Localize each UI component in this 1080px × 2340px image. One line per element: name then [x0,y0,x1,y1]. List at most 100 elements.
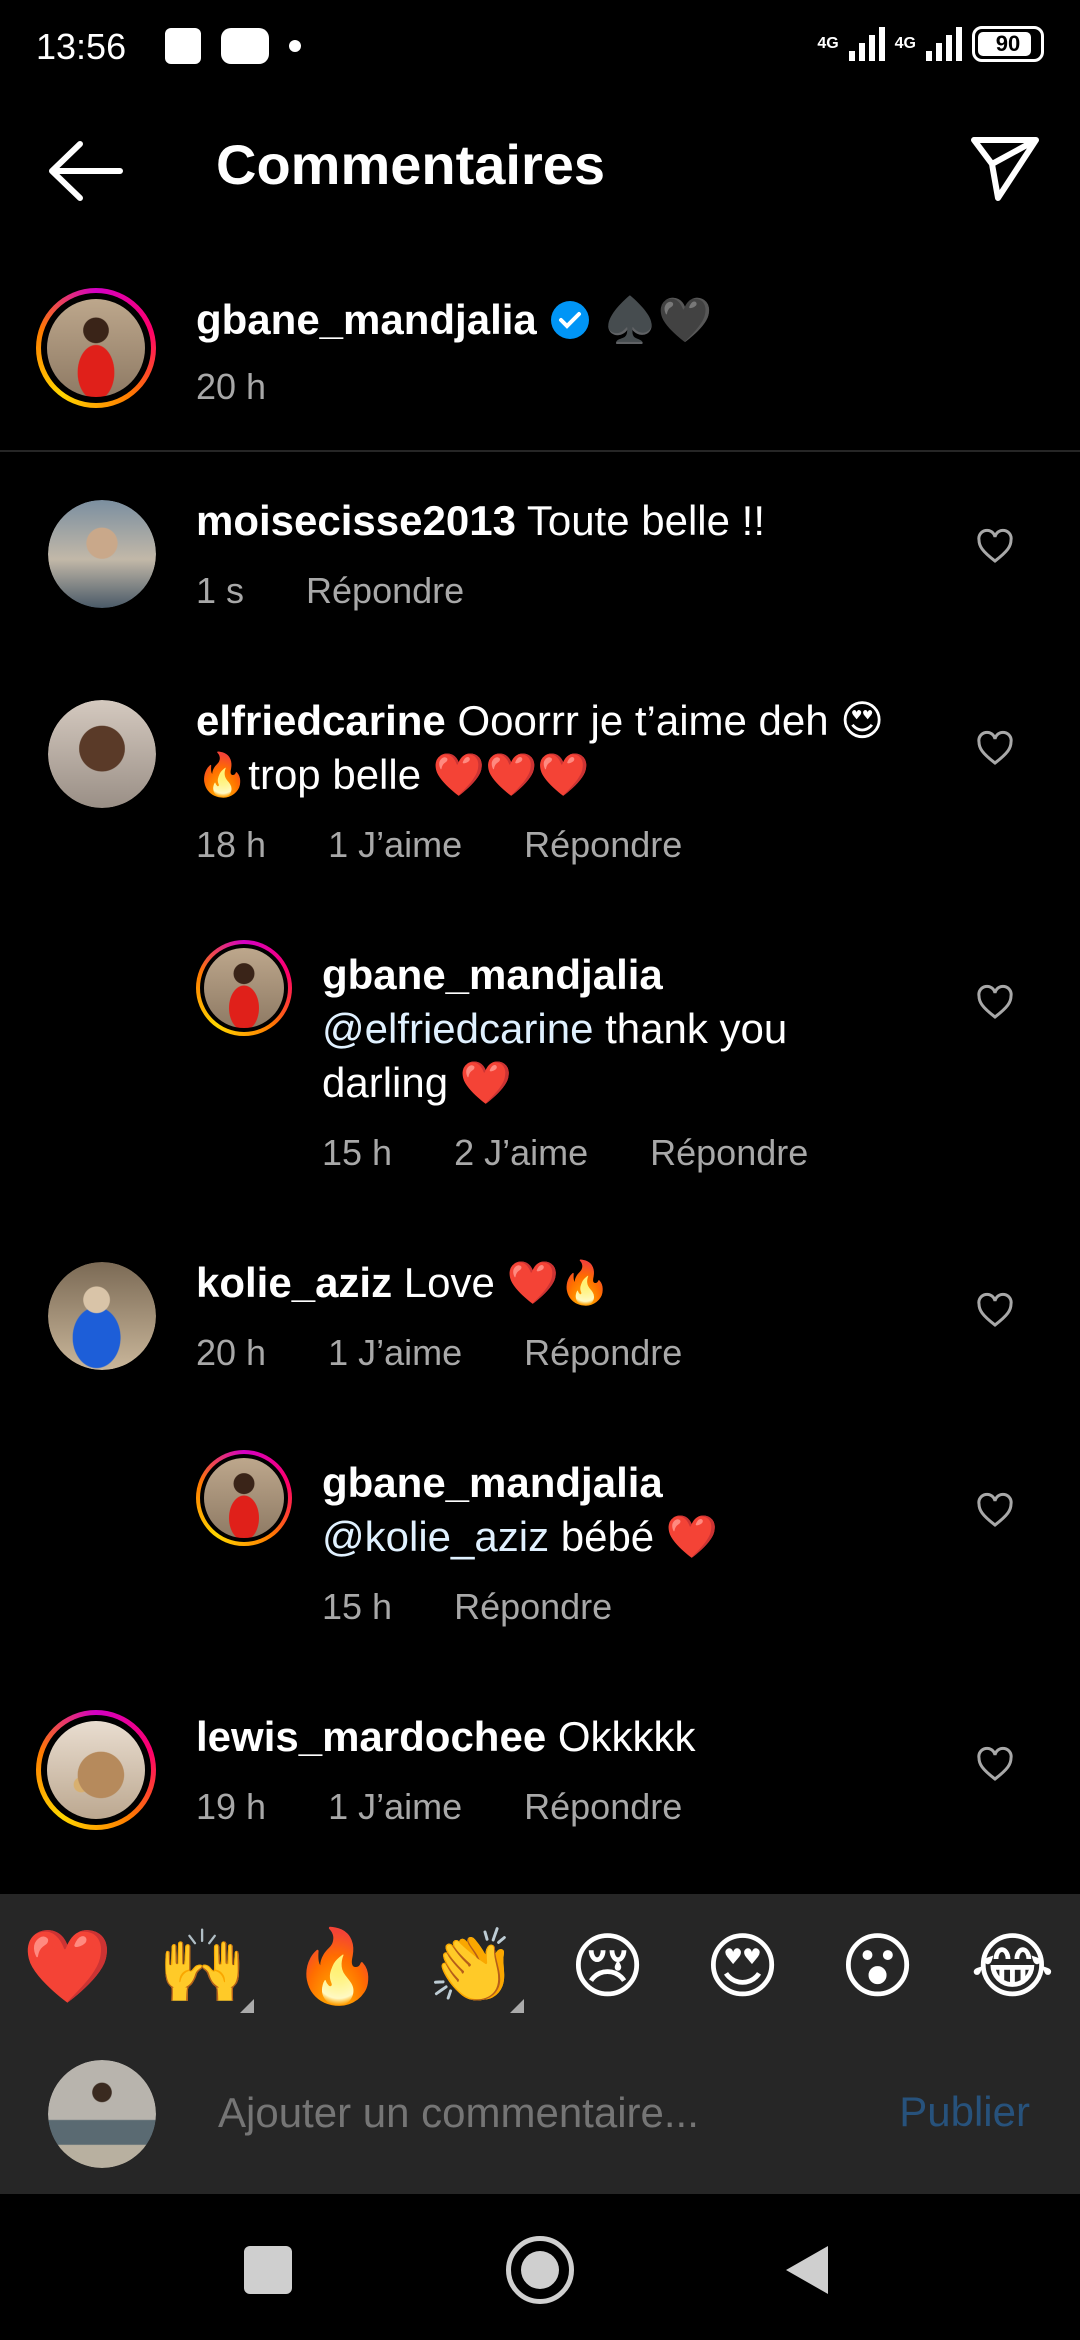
battery-icon: 90 [972,26,1044,62]
comment-composer-panel: ❤️ 🙌 🔥 👏 😢 😍 😮 😂 Publier [0,1894,1080,2194]
share-send-icon[interactable] [968,132,1042,206]
comment-text: kolie_aziz Love ❤️🔥 [196,1256,936,1310]
mention-link[interactable]: @elfriedcarine [322,1005,593,1052]
reply-button[interactable]: Répondre [524,1332,682,1374]
reaction-clap-button[interactable]: 👏 [427,1924,524,2013]
comment-body: Love ❤️🔥 [403,1259,612,1306]
status-notification-icons [165,28,301,64]
reaction-heart-button[interactable]: ❤️ [23,1924,113,2009]
comment-meta: 19 h 1 J’aime Répondre [196,1786,682,1828]
reaction-raised-hands-button[interactable]: 🙌 [157,1924,254,2013]
current-user-avatar [48,2060,156,2168]
verified-badge-icon [550,301,589,339]
network-label-2: 4G [894,35,916,52]
recent-apps-icon[interactable] [244,2246,292,2294]
post-author-avatar[interactable] [36,288,156,408]
comment-body: thank you [605,1005,788,1052]
reply-button[interactable]: Répondre [454,1586,612,1628]
likes-count[interactable]: 1 J’aime [328,1332,462,1374]
variant-indicator-icon [239,1999,254,2013]
like-heart-icon[interactable] [976,984,1014,1022]
comment-body: bébé ❤️ [560,1513,719,1560]
like-heart-icon[interactable] [976,730,1014,768]
comment-body: Okkkkk [557,1713,696,1760]
comment-username[interactable]: gbane_mandjalia [322,951,663,998]
reply-avatar[interactable] [196,940,292,1036]
home-icon[interactable] [506,2236,574,2304]
comment-body: Ooorrr je t’aime deh 😍 [457,697,885,744]
reaction-emoji: 🙌 [157,1927,248,2007]
comment-meta: 15 h 2 J’aime Répondre [322,1132,808,1174]
youtube-icon [221,28,269,64]
comment-username[interactable]: kolie_aziz [196,1259,392,1306]
comment-body: Toute belle !! [526,497,766,544]
likes-count[interactable]: 1 J’aime [328,1786,462,1828]
comment-text: moisecisse2013 Toute belle !! [196,494,936,548]
like-heart-icon[interactable] [976,1492,1014,1530]
post-author-row: gbane_mandjalia ♠️🖤 [196,294,712,346]
system-nav-bar [0,2194,1080,2340]
comment-text: lewis_mardochee Okkkkk [196,1710,936,1764]
reply-button[interactable]: Répondre [524,824,682,866]
comment-input[interactable] [216,2088,860,2138]
reaction-surprised-button[interactable]: 😮 [833,1924,923,2009]
notification-dot-icon [289,40,301,52]
comment-meta: 1 s Répondre [196,570,464,612]
reaction-emoji: 👏 [427,1927,518,2007]
signal-icon-1 [848,27,885,61]
reply-avatar[interactable] [196,1450,292,1546]
battery-level: 90 [995,31,1021,56]
comment-time: 15 h [322,1586,393,1627]
page-title: Commentaires [216,133,606,196]
publish-button[interactable]: Publier [899,2088,1030,2136]
comment-body-line2: 🔥trop belle ❤️❤️❤️ [196,751,590,798]
comment-meta: 20 h 1 J’aime Répondre [196,1332,682,1374]
comment-time: 19 h [196,1786,267,1827]
reaction-crying-button[interactable]: 😢 [563,1924,653,2009]
comment-meta: 18 h 1 J’aime Répondre [196,824,682,866]
reply-text: gbane_mandjalia @kolie_aziz bébé ❤️ [322,1456,942,1564]
like-heart-icon[interactable] [976,528,1014,566]
comment-avatar[interactable] [36,1710,156,1830]
likes-count[interactable]: 2 J’aime [454,1132,588,1174]
comment-avatar[interactable] [48,1262,156,1370]
network-label-1: 4G [817,35,839,52]
status-time: 13:56 [36,26,127,67]
gallery-icon [165,28,201,64]
mention-link[interactable]: @kolie_aziz [322,1513,549,1560]
reply-text: gbane_mandjalia @elfriedcarine thank you… [322,948,942,1110]
comment-username[interactable]: gbane_mandjalia [322,1459,663,1506]
comment-avatar[interactable] [48,700,156,808]
signal-icon-2 [926,27,962,61]
composer-row: Publier [0,2060,1080,2194]
divider [0,450,1080,452]
like-heart-icon[interactable] [976,1746,1014,1784]
reaction-heart-eyes-button[interactable]: 😍 [698,1924,788,2009]
comment-username[interactable]: elfriedcarine [196,697,446,744]
like-heart-icon[interactable] [976,1292,1014,1330]
comment-meta: 15 h Répondre [322,1586,612,1628]
comment-body-line2: darling ❤️ [322,1059,513,1106]
post-author-username[interactable]: gbane_mandjalia [196,296,537,344]
comment-time: 15 h [322,1132,393,1173]
comment-text: elfriedcarine Ooorrr je t’aime deh 😍 🔥tr… [196,694,936,802]
back-triangle-icon[interactable] [786,2246,828,2294]
reply-button[interactable]: Répondre [524,1786,682,1828]
comment-username[interactable]: moisecisse2013 [196,497,516,544]
comment-time: 1 s [196,570,245,611]
reply-button[interactable]: Répondre [306,570,464,612]
reaction-fire-button[interactable]: 🔥 [293,1924,383,2009]
quick-reactions: ❤️ 🙌 🔥 👏 😢 😍 😮 😂 [0,1924,1080,2013]
post-caption: ♠️🖤 [602,296,713,345]
likes-count[interactable]: 1 J’aime [328,824,462,866]
comment-time: 20 h [196,1332,267,1373]
status-system-icons: 4G 4G 90 [817,26,1044,62]
comment-username[interactable]: lewis_mardochee [196,1713,546,1760]
post-time: 20 h [196,366,267,407]
variant-indicator-icon [509,1999,524,2013]
back-arrow-icon[interactable] [46,138,124,204]
reaction-laughing-button[interactable]: 😂 [968,1924,1058,2009]
reply-button[interactable]: Répondre [650,1132,808,1174]
comment-time: 18 h [196,824,267,865]
comment-avatar[interactable] [48,500,156,608]
